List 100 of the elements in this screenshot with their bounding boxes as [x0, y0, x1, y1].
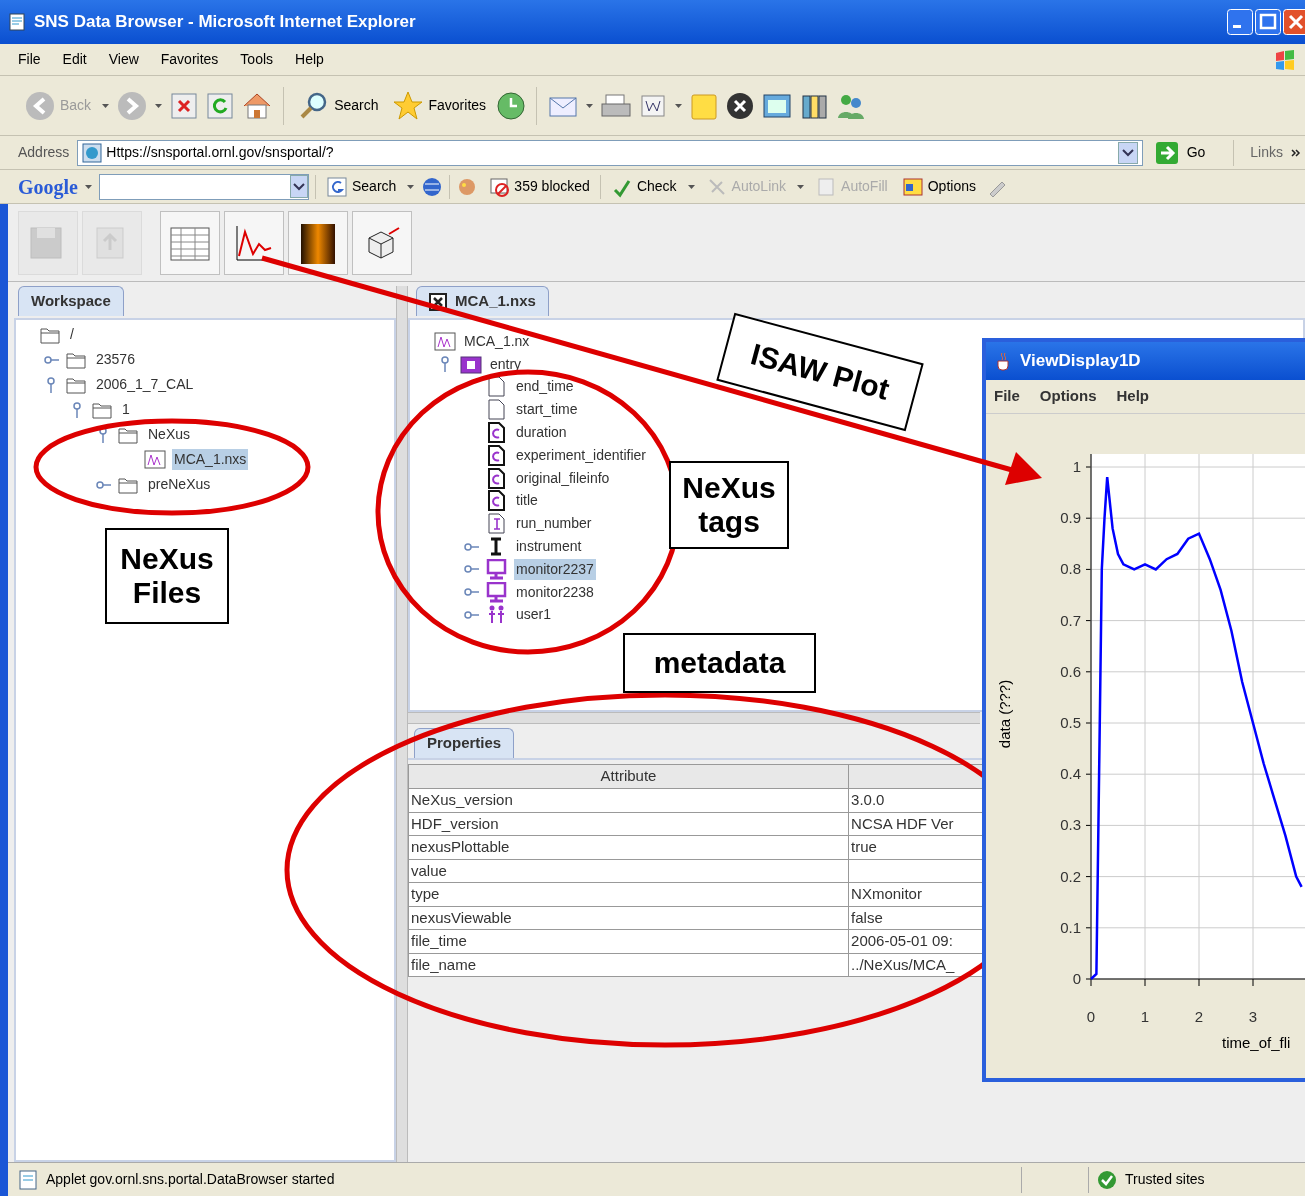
tree-item[interactable]: original_fileinfo [514, 467, 612, 489]
callout-label: metadata [623, 633, 816, 693]
chevron-icon[interactable] [1291, 147, 1301, 158]
menu-item[interactable]: Help [1116, 385, 1150, 408]
tick-label: 0.3 [1060, 816, 1081, 834]
tick-label: 0 [1086, 1008, 1096, 1025]
caret-icon[interactable] [406, 182, 416, 191]
zone-text: Trusted sites [1125, 1170, 1206, 1189]
g-letter-icon [326, 175, 348, 198]
tick-label: 0.5 [1060, 714, 1081, 731]
go-button[interactable]: Go [1150, 140, 1210, 165]
table-cell: nexusViewable [411, 908, 512, 926]
c-document-icon [486, 422, 508, 444]
tick-label: 0.4 [1060, 765, 1081, 783]
menu-item[interactable]: Favorites [160, 49, 219, 70]
table-cell: file_time [411, 932, 467, 949]
dropdown-button[interactable] [1117, 141, 1138, 164]
tree-item[interactable]: NeXus [146, 424, 193, 445]
tab[interactable]: Properties [414, 728, 515, 758]
tab[interactable]: Workspace [18, 286, 124, 316]
caret-icon[interactable] [101, 101, 111, 110]
caret-icon[interactable] [686, 182, 696, 191]
caret-icon[interactable] [796, 182, 806, 191]
toolbar-button[interactable]: Check [606, 175, 681, 198]
address-label: Address [18, 143, 70, 162]
table-cell: HDF_version [411, 814, 499, 832]
table-cell: ../NeXus/MCA_ [851, 955, 955, 973]
table-cell: true [851, 838, 877, 855]
menu-item[interactable]: View [108, 49, 139, 70]
tick-label: 0.9 [1060, 509, 1081, 527]
caret-icon[interactable] [585, 101, 595, 110]
stop-icon[interactable] [169, 90, 200, 121]
c-document-icon [486, 444, 508, 466]
tree-item[interactable]: experiment_identifier [514, 444, 648, 466]
toolbar-button[interactable]: 359 blocked [484, 175, 594, 198]
caret-icon[interactable] [84, 182, 93, 191]
toolbar-button[interactable] [288, 210, 348, 275]
tick-label: 0 [1072, 970, 1081, 987]
tree-item[interactable]: monitor2238 [514, 581, 596, 603]
table-cell: NXmonitor [851, 885, 922, 902]
document-icon [486, 376, 508, 398]
tree-item[interactable]: preNeXus [146, 474, 213, 495]
close-button[interactable] [1283, 9, 1305, 35]
tree-item[interactable]: / [68, 324, 76, 345]
menu-item[interactable]: File [18, 49, 41, 70]
tree-item[interactable]: instrument [514, 536, 584, 558]
column-header[interactable]: Attribute [408, 764, 849, 789]
tree-item[interactable]: MCA_1.nxs [172, 449, 249, 470]
tree-item[interactable]: run_number [514, 513, 594, 535]
refresh-icon[interactable] [205, 90, 236, 121]
browser-page-icon [8, 12, 26, 32]
i-document-icon [486, 513, 508, 535]
tree-item[interactable]: entry [488, 353, 524, 375]
maximize-button[interactable] [1255, 9, 1281, 35]
table-cell: type [411, 885, 440, 902]
menu-item[interactable]: Options [1039, 385, 1097, 408]
tree-item[interactable]: 1 [120, 399, 132, 420]
tree-item[interactable]: 23576 [94, 349, 137, 370]
address-field[interactable]: Https://snsportal.ornl.gov/snsportal/? [77, 139, 1143, 166]
tree-item[interactable]: duration [514, 422, 569, 444]
tick-label: 0.8 [1060, 560, 1081, 578]
options-icon [901, 175, 924, 198]
circle-x-icon[interactable] [725, 90, 756, 121]
tree-item[interactable]: MCA_1.nx [462, 330, 532, 352]
dropdown-icon [290, 175, 308, 198]
search-field[interactable] [99, 173, 309, 200]
table-cell: false [851, 908, 883, 926]
splitter[interactable] [408, 712, 980, 724]
globe-page-icon [82, 142, 103, 163]
table-cell: value [411, 861, 447, 879]
minimize-button[interactable] [1227, 9, 1253, 35]
links-link[interactable]: Links [1250, 142, 1283, 163]
toolbar-button[interactable]: Search [294, 85, 383, 126]
toolbar-button[interactable]: Options [897, 175, 980, 198]
tab[interactable]: MCA_1.nxs [416, 286, 549, 316]
tree-item[interactable]: user1 [514, 604, 554, 626]
menu-item[interactable]: Edit [62, 49, 87, 70]
caret-icon[interactable] [154, 101, 164, 110]
menu-item[interactable]: Help [295, 49, 324, 70]
tick-label: 0.2 [1060, 867, 1081, 885]
menu-item[interactable]: File [994, 385, 1020, 408]
toolbar-button[interactable]: Search [322, 175, 401, 198]
tick-label: 3 [1248, 1008, 1258, 1025]
caret-icon[interactable] [674, 101, 684, 110]
group-icon [460, 353, 482, 375]
clock-icon[interactable] [496, 90, 527, 121]
tree-item[interactable]: start_time [514, 399, 580, 421]
monitor-icon [486, 558, 508, 580]
status-text: Applet gov.ornl.sns.portal.DataBrowser started [46, 1170, 336, 1189]
tree-item[interactable]: title [514, 490, 540, 512]
tree-item[interactable]: monitor2237 [514, 558, 596, 580]
tree-item[interactable]: 2006_1_7_CAL [94, 374, 196, 395]
splitter[interactable] [396, 286, 408, 1162]
tree-item[interactable]: end_time [514, 376, 576, 398]
chart-file-icon [144, 449, 166, 470]
menu-item[interactable]: Tools [240, 49, 274, 70]
globe-icon[interactable] [421, 175, 444, 198]
toolbar-button[interactable]: Favorites [388, 85, 491, 126]
google-logo[interactable]: Google [18, 171, 78, 202]
star-icon [392, 89, 425, 122]
